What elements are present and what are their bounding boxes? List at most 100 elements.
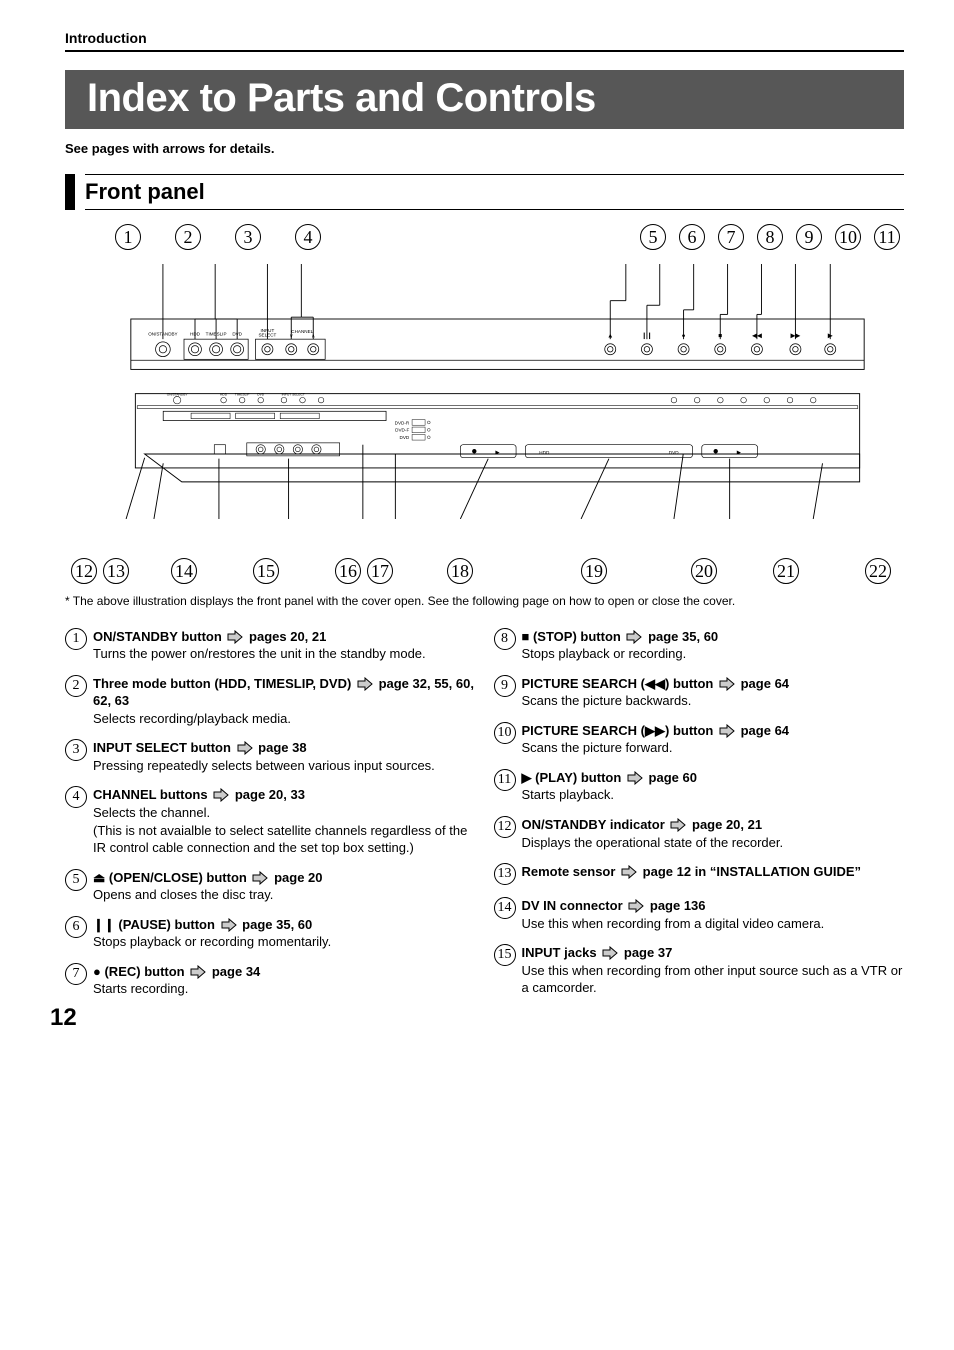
section-bar: [65, 174, 75, 210]
callout-5: 5: [640, 224, 666, 250]
item-marker: 2: [65, 675, 93, 728]
svg-text:DVD: DVD: [257, 393, 265, 397]
parts-item-12: 12ON/STANDBY indicator page 20, 21Displa…: [494, 816, 905, 851]
svg-text:DVD-R: DVD-R: [395, 420, 410, 425]
page-ref-arrow-icon: [227, 630, 243, 644]
parts-item-7: 7● (REC) button page 34Starts recording.: [65, 963, 476, 998]
section-label: Introduction: [65, 30, 904, 52]
schematic-bottom: ON/STANDBY HDD TIMESLIP DVD INPUT SELECT…: [95, 389, 900, 519]
callout-16: 16: [335, 558, 361, 584]
col-right: 8■ (STOP) button page 35, 60Stops playba…: [494, 628, 905, 1010]
item-marker: 9: [494, 675, 522, 710]
parts-item-10: 10PICTURE SEARCH (▶▶) button page 64Scan…: [494, 722, 905, 757]
svg-text:∧: ∧: [311, 333, 315, 339]
callout-14: 14: [171, 558, 197, 584]
page-ref-arrow-icon: [719, 724, 735, 738]
item-marker: 13: [494, 863, 522, 885]
callout-7: 7: [718, 224, 744, 250]
callout-10: 10: [835, 224, 861, 250]
item-marker: 3: [65, 739, 93, 774]
svg-text:HDD: HDD: [220, 393, 228, 397]
manual-page: Introduction Index to Parts and Controls…: [0, 0, 954, 1050]
page-ref-arrow-icon: [252, 871, 268, 885]
item-body: ON/STANDBY indicator page 20, 21Displays…: [522, 816, 905, 851]
item-body: ■ (STOP) button page 35, 60Stops playbac…: [522, 628, 905, 663]
callout-8: 8: [757, 224, 783, 250]
callout-20: 20: [691, 558, 717, 584]
svg-text:CHANNEL: CHANNEL: [291, 329, 313, 334]
subsection-title: Front panel: [85, 179, 205, 204]
callout-12: 12: [71, 558, 97, 584]
page-ref-arrow-icon: [627, 771, 643, 785]
parts-item-8: 8■ (STOP) button page 35, 60Stops playba…: [494, 628, 905, 663]
parts-item-14: 14DV IN connector page 136Use this when …: [494, 897, 905, 932]
svg-text:∨: ∨: [289, 333, 293, 339]
item-body: PICTURE SEARCH (◀◀) button page 64Scans …: [522, 675, 905, 710]
svg-text:❙❙: ❙❙: [642, 332, 653, 339]
item-body: ON/STANDBY button pages 20, 21Turns the …: [93, 628, 476, 663]
page-ref-arrow-icon: [670, 818, 686, 832]
item-body: PICTURE SEARCH (▶▶) button page 64Scans …: [522, 722, 905, 757]
svg-text:TIMESLIP: TIMESLIP: [235, 393, 250, 397]
item-columns: 1ON/STANDBY button pages 20, 21Turns the…: [65, 628, 904, 1010]
svg-text:SELECT: SELECT: [259, 332, 277, 337]
callout-18: 18: [447, 558, 473, 584]
page-ref-arrow-icon: [237, 741, 253, 755]
col-left: 1ON/STANDBY button pages 20, 21Turns the…: [65, 628, 476, 1010]
callout-row-bottom: 12 13 14 15 16 17 18 19 20 21 22: [65, 558, 904, 584]
item-marker: 15: [494, 944, 522, 997]
svg-text:■: ■: [718, 332, 722, 339]
item-marker: 8: [494, 628, 522, 663]
item-body: ● (REC) button page 34Starts recording.: [93, 963, 476, 998]
svg-text:DVD-F: DVD-F: [395, 428, 409, 433]
page-ref-arrow-icon: [719, 677, 735, 691]
parts-item-4: 4CHANNEL buttons page 20, 33Selects the …: [65, 786, 476, 856]
item-body: ❙❙ (PAUSE) button page 35, 60Stops playb…: [93, 916, 476, 951]
callout-13: 13: [103, 558, 129, 584]
callout-row-top: 1 2 3 4 5 6 7 8 9 10 11: [65, 224, 904, 250]
callout-9: 9: [796, 224, 822, 250]
callout-17: 17: [367, 558, 393, 584]
svg-text:INPUT SELECT: INPUT SELECT: [282, 393, 305, 397]
item-body: ⏏ (OPEN/CLOSE) button page 20Opens and c…: [93, 869, 476, 904]
callout-4: 4: [295, 224, 321, 250]
svg-text:▶: ▶: [495, 450, 500, 456]
svg-text:DVD: DVD: [669, 450, 679, 455]
item-marker: 4: [65, 786, 93, 856]
svg-text:▶: ▶: [737, 450, 742, 456]
item-body: Remote sensor page 12 in “INSTALLATION G…: [522, 863, 905, 885]
item-body: INPUT jacks page 37Use this when recordi…: [522, 944, 905, 997]
item-marker: 5: [65, 869, 93, 904]
item-body: Three mode button (HDD, TIMESLIP, DVD) p…: [93, 675, 476, 728]
item-marker: 1: [65, 628, 93, 663]
item-marker: 6: [65, 916, 93, 951]
subsection-header: Front panel: [65, 174, 904, 210]
item-body: INPUT SELECT button page 38Pressing repe…: [93, 739, 476, 774]
page-ref-arrow-icon: [213, 788, 229, 802]
svg-text:DVD: DVD: [400, 435, 410, 440]
page-ref-arrow-icon: [190, 965, 206, 979]
page-ref-arrow-icon: [221, 918, 237, 932]
callout-15: 15: [253, 558, 279, 584]
svg-text:DVD: DVD: [232, 332, 242, 337]
item-marker: 7: [65, 963, 93, 998]
page-ref-arrow-icon: [357, 677, 373, 691]
page-title: Index to Parts and Controls: [65, 70, 904, 129]
item-body: DV IN connector page 136Use this when re…: [522, 897, 905, 932]
callout-21: 21: [773, 558, 799, 584]
svg-text:ON/STANDBY: ON/STANDBY: [167, 393, 189, 397]
svg-text:HDD: HDD: [190, 332, 201, 337]
callout-19: 19: [581, 558, 607, 584]
svg-text:▶▶: ▶▶: [790, 332, 800, 339]
item-marker: 10: [494, 722, 522, 757]
svg-text:ON/STANDBY: ON/STANDBY: [148, 332, 177, 337]
parts-item-5: 5⏏ (OPEN/CLOSE) button page 20Opens and …: [65, 869, 476, 904]
parts-item-11: 11▶ (PLAY) button page 60Starts playback…: [494, 769, 905, 804]
page-ref-arrow-icon: [602, 946, 618, 960]
parts-item-13: 13Remote sensor page 12 in “INSTALLATION…: [494, 863, 905, 885]
parts-item-15: 15INPUT jacks page 37Use this when recor…: [494, 944, 905, 997]
item-marker: 12: [494, 816, 522, 851]
page-ref-arrow-icon: [626, 630, 642, 644]
parts-item-3: 3INPUT SELECT button page 38Pressing rep…: [65, 739, 476, 774]
diagram-footnote: * The above illustration displays the fr…: [65, 594, 904, 610]
